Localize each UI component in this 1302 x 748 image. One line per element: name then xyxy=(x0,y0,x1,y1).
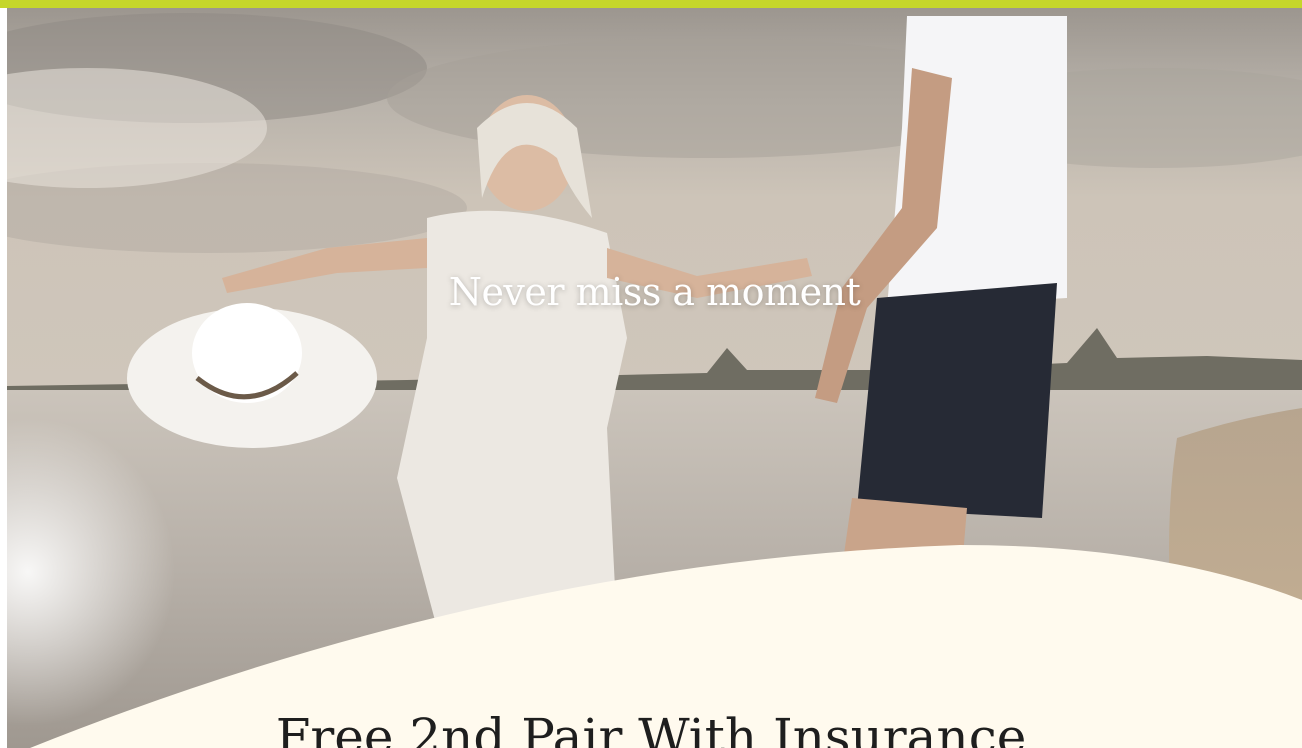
hero-photo xyxy=(7,8,1302,748)
hero-title: Never miss a moment xyxy=(448,270,861,314)
page: Never miss a moment Free 2nd Pair With I… xyxy=(0,0,1302,748)
accent-top-bar xyxy=(0,0,1302,8)
promo-headline: Free 2nd Pair With Insurance xyxy=(275,708,1027,748)
hero-banner: Never miss a moment xyxy=(7,8,1302,748)
